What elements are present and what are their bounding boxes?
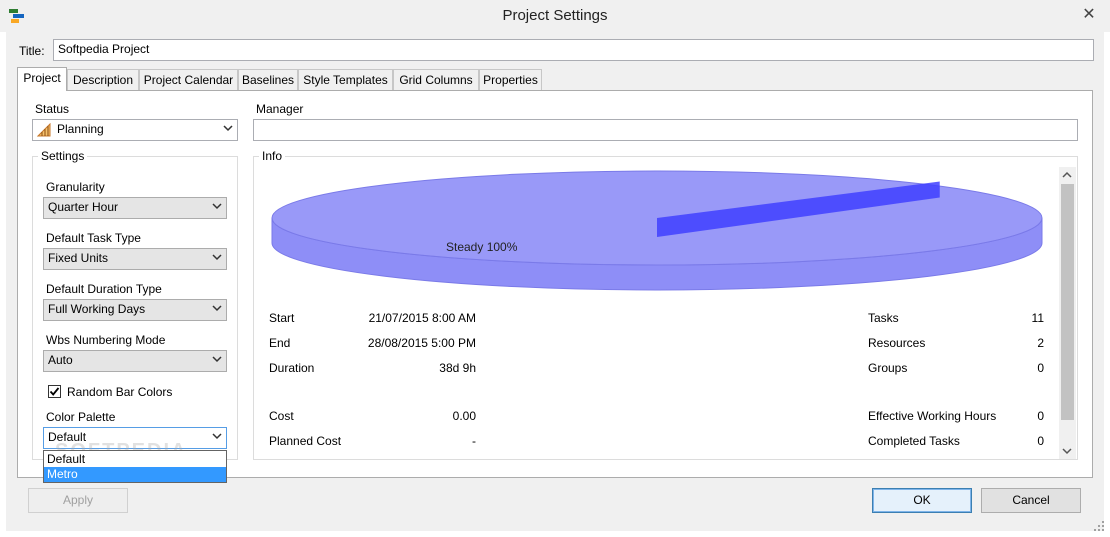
info-duration-value: 38d 9h [439,361,476,375]
ok-button[interactable]: OK [872,488,972,513]
tab-project-calendar[interactable]: Project Calendar [139,69,238,90]
manager-label: Manager [256,102,304,116]
apply-button[interactable]: Apply [28,488,128,513]
info-end-value: 28/08/2015 5:00 PM [367,336,476,350]
tab-baselines[interactable]: Baselines [238,69,298,90]
tab-style-templates[interactable]: Style Templates [298,69,393,90]
color-palette-list: Default Metro [43,450,227,483]
resize-grip-icon[interactable] [1093,520,1105,532]
duration-type-value: Full Working Days [48,302,146,316]
color-palette-option-metro[interactable]: Metro [44,467,226,482]
tab-grid-columns[interactable]: Grid Columns [393,69,479,90]
info-cost-value: 0.00 [452,409,476,423]
info-effective-hours-label: Effective Working Hours [868,409,997,423]
window-title: Project Settings [502,7,608,24]
duration-type-dropdown[interactable]: Full Working Days [43,299,227,321]
info-effective-hours-value: 0 [1037,409,1044,423]
tab-project[interactable]: Project [17,67,67,91]
task-type-label: Default Task Type [46,231,141,245]
duration-type-label: Default Duration Type [46,282,162,296]
info-resources-label: Resources [868,336,926,350]
info-resources-value: 2 [1037,336,1044,350]
info-groups-label: Groups [868,361,908,375]
tab-properties[interactable]: Properties [479,69,542,90]
color-palette-dropdown[interactable]: Default [43,427,227,449]
manager-input[interactable] [253,119,1078,141]
chevron-down-icon [212,254,222,261]
granularity-label: Granularity [46,180,105,194]
random-bar-colors-label[interactable]: Random Bar Colors [67,385,172,399]
info-duration-label: Duration [269,361,315,375]
close-icon[interactable]: ✕ [1074,5,1104,25]
wbs-mode-dropdown[interactable]: Auto [43,350,227,372]
scroll-up-icon[interactable] [1061,170,1073,180]
info-start-value: 21/07/2015 8:00 AM [368,311,476,325]
info-completed-tasks-label: Completed Tasks [868,434,960,448]
info-planned-cost-value: - [472,434,476,448]
title-input[interactable]: Softpedia Project [53,39,1094,61]
wbs-mode-label: Wbs Numbering Mode [46,333,166,347]
chevron-down-icon [223,125,233,132]
info-start-label: Start [269,311,295,325]
info-tasks-value: 11 [1031,311,1044,325]
pie-label: Steady 100% [446,240,518,254]
title-label: Title: [19,44,45,58]
color-palette-label: Color Palette [46,410,116,424]
scroll-down-icon[interactable] [1061,446,1073,456]
info-tasks-label: Tasks [868,311,899,325]
tab-description[interactable]: Description [67,69,139,90]
chevron-down-icon [212,305,222,312]
info-completed-tasks-value: 0 [1037,434,1044,448]
info-groups-value: 0 [1037,361,1044,375]
chevron-down-icon [212,203,222,210]
cancel-button[interactable]: Cancel [981,488,1081,513]
settings-group-label: Settings [38,149,88,163]
random-bar-colors-checkbox[interactable] [48,385,61,398]
chevron-down-icon [212,433,222,440]
checkmark-icon [49,387,60,396]
scrollbar-thumb[interactable] [1061,184,1074,420]
info-planned-cost-label: Planned Cost [269,434,342,448]
wbs-mode-value: Auto [48,353,73,367]
chevron-down-icon [212,356,222,363]
status-value: Planning [57,122,104,136]
pie-chart: Steady 100% [271,170,1043,291]
info-end-label: End [269,336,291,350]
task-type-value: Fixed Units [48,251,109,265]
status-dropdown[interactable]: Planning [32,119,238,141]
granularity-value: Quarter Hour [48,200,119,214]
color-palette-option-default[interactable]: Default [44,452,226,467]
info-cost-label: Cost [269,409,294,423]
status-label: Status [35,102,70,116]
granularity-dropdown[interactable]: Quarter Hour [43,197,227,219]
info-group-label: Info [259,149,286,163]
status-bars-icon [37,123,51,137]
color-palette-value: Default [48,430,87,444]
task-type-dropdown[interactable]: Fixed Units [43,248,227,270]
